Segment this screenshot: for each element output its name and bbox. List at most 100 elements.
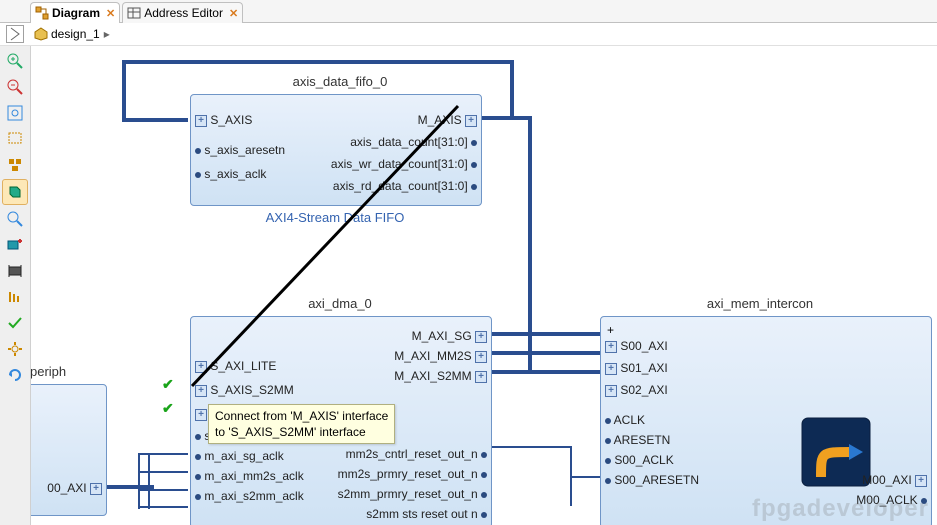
port-fifo-aclk[interactable]: s_axis_aclk <box>195 167 266 181</box>
periph-block[interactable]: 00_AXI + <box>30 384 107 516</box>
port-fifo-s-axis[interactable]: + S_AXIS <box>195 113 252 127</box>
port-ic-s01-axi[interactable]: + S01_AXI <box>605 361 668 375</box>
port-dma-s-axi-lite[interactable]: + S_AXI_LITE <box>195 359 276 373</box>
axi-mem-intercon-block[interactable]: + + S00_AXI + S01_AXI + S02_AXI ACLK ARE… <box>600 316 932 525</box>
breadcrumb-left-gutter <box>0 23 30 46</box>
expand-icon[interactable]: + <box>475 331 487 343</box>
port-ic-aresetn[interactable]: ARESETN <box>605 433 670 447</box>
wire <box>138 471 188 473</box>
port-periph-00-axi[interactable]: 00_AXI + <box>47 481 102 495</box>
wire <box>492 332 602 336</box>
port-dma-m-axi-sg[interactable]: M_AXI_SG + <box>412 329 487 343</box>
highlight-icon[interactable] <box>2 179 28 205</box>
marquee-icon[interactable] <box>3 127 27 151</box>
port-dma-m-axi-sg-aclk[interactable]: m_axi_sg_aclk <box>195 449 284 463</box>
validate-icon[interactable] <box>3 311 27 335</box>
interconnect-icon <box>801 417 871 487</box>
wire <box>148 453 150 509</box>
axi-mem-intercon-title: axi_mem_intercon <box>605 296 915 311</box>
port-fifo-wr-data-count[interactable]: axis_wr_data_count[31:0] <box>331 157 477 171</box>
zoom-in-icon[interactable] <box>3 49 27 73</box>
expand-icon[interactable]: + <box>475 351 487 363</box>
periph-title: periph <box>30 364 90 379</box>
wire <box>570 476 602 478</box>
tooltip-line2: to 'S_AXIS_S2MM' interface <box>215 424 388 440</box>
port-ic-s00-axi[interactable]: + S00_AXI <box>605 339 668 353</box>
expand-icon[interactable]: + <box>90 483 102 495</box>
port-dma-m-axi-mm2s-aclk[interactable]: m_axi_mm2s_aclk <box>195 469 304 483</box>
expand-icon[interactable]: + <box>465 115 477 127</box>
design-icon <box>34 27 48 41</box>
port-ic-aclk[interactable]: ACLK <box>605 413 645 427</box>
expand-icon[interactable]: + <box>605 341 617 353</box>
axi-dma-title: axi_dma_0 <box>190 296 490 311</box>
wire <box>138 506 188 508</box>
watermark: fpgadeveloper <box>752 495 929 523</box>
expand-icon[interactable]: + <box>475 371 487 383</box>
port-dma-m-axi-mm2s[interactable]: M_AXI_MM2S + <box>394 349 487 363</box>
axis-data-fifo-block[interactable]: + S_AXIS s_axis_aresetn s_axis_aclk M_AX… <box>190 94 482 206</box>
expand-block-icon[interactable]: + <box>607 323 614 337</box>
port-dma-m-axi-s2mm[interactable]: M_AXI_S2MM + <box>394 369 487 383</box>
port-fifo-rd-data-count[interactable]: axis_rd_data_count[31:0] <box>333 179 477 193</box>
breadcrumb: design_1 ▸ <box>30 23 937 46</box>
expand-icon[interactable]: + <box>195 361 207 373</box>
tab-address-editor-close-icon[interactable]: ✕ <box>229 7 238 20</box>
port-dma-m-axi-s2mm-aclk[interactable]: m_axi_s2mm_aclk <box>195 489 304 503</box>
wire <box>492 351 602 355</box>
connection-tooltip: Connect from 'M_AXIS' interface to 'S_AX… <box>208 404 395 444</box>
add-ip-icon[interactable] <box>3 233 27 257</box>
port-dma-mm2s-cntrl-reset[interactable]: mm2s_cntrl_reset_out_n <box>346 447 487 461</box>
tooltip-line1: Connect from 'M_AXIS' interface <box>215 408 388 424</box>
settings-icon[interactable] <box>3 337 27 361</box>
port-dma-s2mm-sts-reset[interactable]: s2mm sts reset out n <box>366 507 487 521</box>
wire <box>492 446 572 448</box>
port-dma-s-axis-s2mm[interactable]: + S_AXIS_S2MM <box>195 383 294 397</box>
axis-data-fifo-title: axis_data_fifo_0 <box>190 74 490 89</box>
regenerate-icon[interactable] <box>3 363 27 387</box>
breadcrumb-arrow-icon[interactable]: ▸ <box>104 27 110 41</box>
zoom-out-icon[interactable] <box>3 75 27 99</box>
expand-icon[interactable]: + <box>195 409 207 421</box>
expand-icon[interactable]: + <box>915 475 927 487</box>
auto-layout-icon[interactable] <box>3 153 27 177</box>
tabstrip: Diagram ✕ Address Editor ✕ <box>30 0 937 23</box>
check-icon: ✔ <box>162 376 174 393</box>
bars-icon[interactable] <box>3 285 27 309</box>
wire <box>480 116 530 120</box>
wire <box>138 489 188 491</box>
port-fifo-data-count[interactable]: axis_data_count[31:0] <box>350 135 477 149</box>
wire <box>122 118 188 122</box>
tab-diagram-close-icon[interactable]: ✕ <box>106 7 115 20</box>
expand-icon[interactable]: + <box>605 363 617 375</box>
port-ic-s00-aclk[interactable]: S00_ACLK <box>605 453 674 467</box>
expand-icon[interactable]: + <box>605 385 617 397</box>
port-fifo-aresetn[interactable]: s_axis_aresetn <box>195 143 285 157</box>
port-fifo-m-axis[interactable]: M_AXIS + <box>418 113 477 127</box>
zoom-fit-icon[interactable] <box>3 101 27 125</box>
wire <box>122 60 126 119</box>
tab-diagram-label: Diagram <box>52 6 100 20</box>
breadcrumb-nav-icon[interactable] <box>6 25 24 43</box>
constraints-icon[interactable] <box>3 259 27 283</box>
expand-icon[interactable]: + <box>195 115 207 127</box>
port-ic-m00-axi[interactable]: M00_AXI + <box>862 473 927 487</box>
expand-icon[interactable]: + <box>195 385 207 397</box>
search-icon[interactable] <box>3 207 27 231</box>
tabstrip-left-gutter <box>0 0 30 23</box>
wire <box>492 370 602 374</box>
wire <box>122 60 512 64</box>
axis-data-fifo-subtitle: AXI4-Stream Data FIFO <box>190 210 480 225</box>
port-dma-s2mm-prmry-reset[interactable]: s2mm_prmry_reset_out_n <box>338 487 487 501</box>
diagram-icon <box>35 6 49 20</box>
diagram-canvas[interactable]: axis_data_fifo_0 + S_AXIS s_axis_aresetn… <box>30 46 937 525</box>
port-dma-mm2s-prmry-reset[interactable]: mm2s_prmry_reset_out_n <box>338 467 487 481</box>
check-icon: ✔ <box>162 400 174 417</box>
port-ic-s02-axi[interactable]: + S02_AXI <box>605 383 668 397</box>
tab-address-editor[interactable]: Address Editor ✕ <box>122 2 243 23</box>
port-ic-s00-aresetn[interactable]: S00_ARESETN <box>605 473 699 487</box>
tab-diagram[interactable]: Diagram ✕ <box>30 2 120 23</box>
sidebar-toolbar <box>0 46 31 525</box>
breadcrumb-design-label[interactable]: design_1 <box>51 27 100 41</box>
wire <box>138 453 140 509</box>
